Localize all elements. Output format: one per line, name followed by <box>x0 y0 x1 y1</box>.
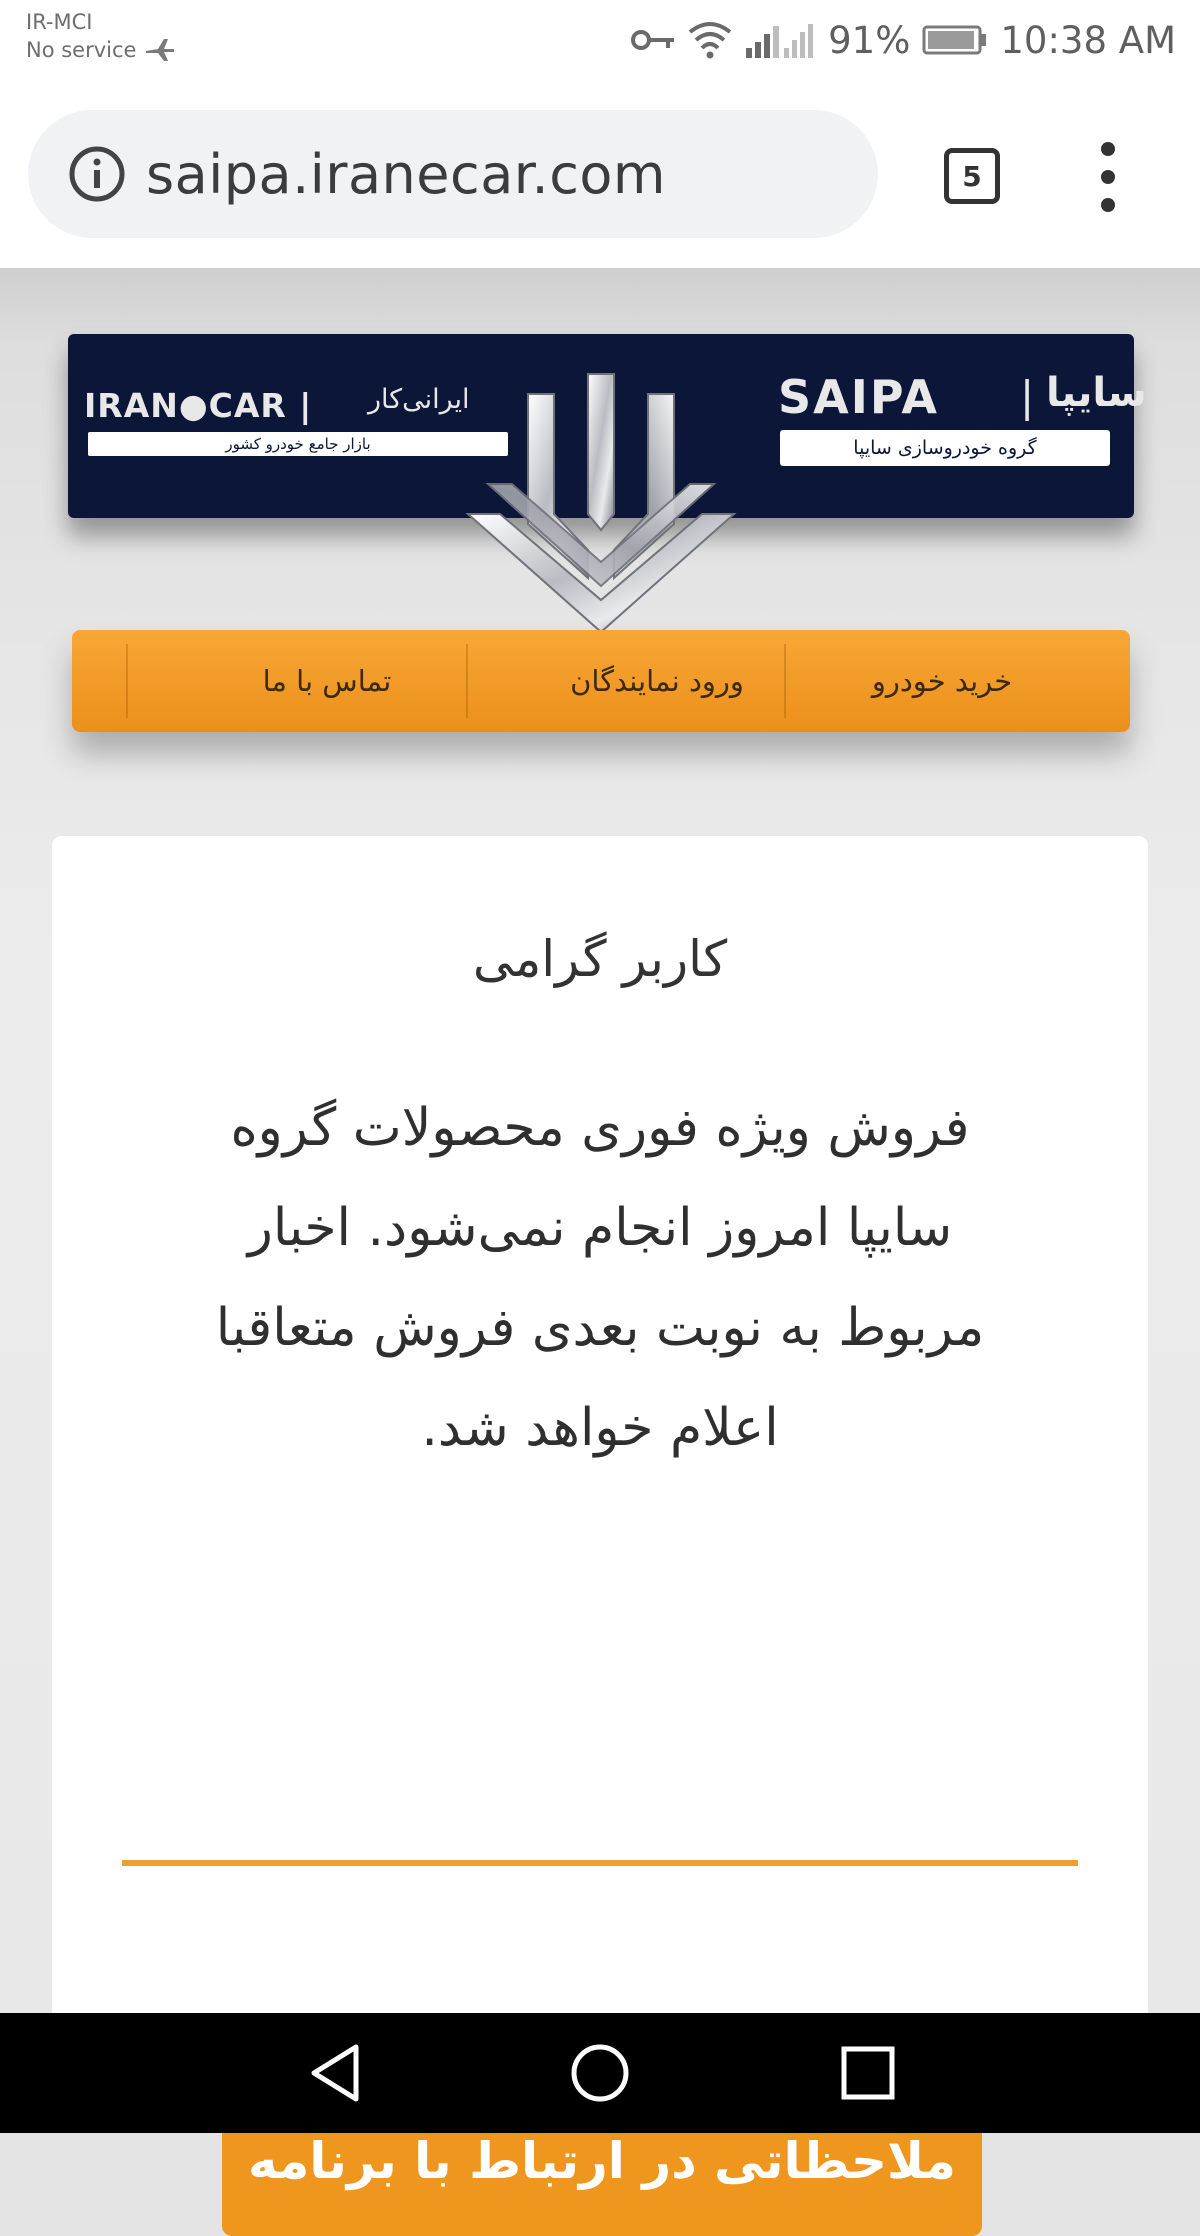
nav-dealer-login[interactable]: ورود نمایندگان <box>502 630 812 732</box>
recents-icon[interactable] <box>838 2041 898 2105</box>
clock: 10:38 AM <box>1000 18 1176 62</box>
carrier-name: IR-MCI <box>26 10 93 34</box>
url-text[interactable]: saipa.iranecar.com <box>146 143 666 206</box>
iranecar-tagline: بازار جامع خودرو کشور <box>88 432 508 456</box>
service-status: No service <box>26 38 137 62</box>
signal-icon <box>746 24 814 58</box>
notice-title: کاربر گرامی <box>472 930 728 988</box>
tab-count: 5 <box>962 159 982 193</box>
tabs-icon[interactable]: 5 <box>944 148 1000 204</box>
battery-percent: 91% <box>828 18 911 62</box>
nav-buy-car[interactable]: خرید خودرو <box>812 630 1072 732</box>
carrier-info: IR-MCI No service <box>26 8 176 64</box>
browser-toolbar: saipa.iranecar.com 5 <box>0 84 1200 268</box>
nav-divider <box>784 644 786 718</box>
web-page: IRAN●CAR | ایرانی‌کار بازار جامع خودرو ک… <box>0 268 1200 2236</box>
notice-card: کاربر گرامی فروش ویژه فوری محصولات گروه … <box>52 836 1148 2236</box>
status-bar: IR-MCI No service 91% 10:38 AM <box>0 0 1200 84</box>
home-icon[interactable] <box>568 2041 632 2105</box>
notice-message: فروش ویژه فوری محصولات گروه سایپا امروز … <box>215 1098 985 1458</box>
battery-icon <box>922 25 987 55</box>
back-icon[interactable] <box>306 2041 366 2105</box>
key-icon <box>631 30 675 50</box>
info-icon[interactable] <box>68 145 126 203</box>
saipa-logo-fa: سایپا <box>1046 370 1147 416</box>
address-bar[interactable]: saipa.iranecar.com <box>28 110 878 238</box>
saipa-emblem <box>465 373 737 634</box>
nav-divider <box>126 644 128 718</box>
saipa-logo[interactable]: SAIPA <box>778 370 939 424</box>
airplane-icon <box>146 39 175 61</box>
iranecar-logo[interactable]: IRAN●CAR | <box>84 386 312 425</box>
main-navigation: تماس با ما ورود نمایندگان خرید خودرو <box>72 630 1130 732</box>
overflow-menu-icon[interactable] <box>1092 142 1124 212</box>
system-navigation-bar <box>0 2013 1200 2133</box>
saipa-logo-separator: | <box>1020 372 1035 421</box>
notice-divider <box>122 1860 1078 1866</box>
nav-contact-us[interactable]: تماس با ما <box>202 630 452 732</box>
nav-divider <box>466 644 468 718</box>
saipa-tagline: گروه خودروسازی سایپا <box>780 430 1110 466</box>
wifi-icon <box>688 22 732 59</box>
